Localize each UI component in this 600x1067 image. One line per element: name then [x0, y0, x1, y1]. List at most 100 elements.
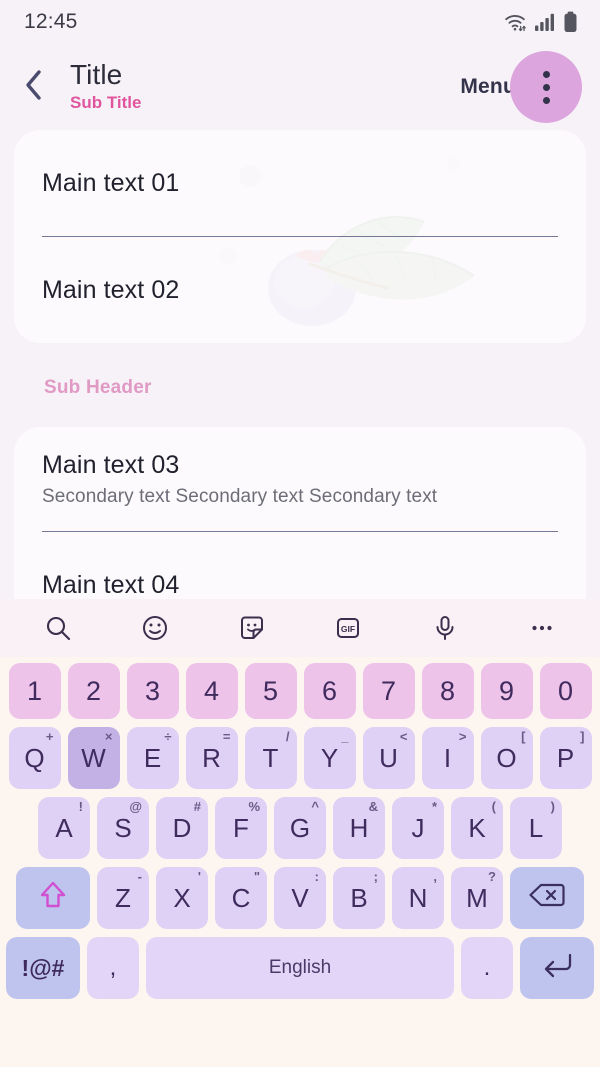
search-icon[interactable] — [38, 608, 78, 648]
letter-key-v[interactable]: :V — [274, 867, 326, 929]
keyboard-row-bottom: !@# , English . — [6, 937, 594, 999]
key-secondary-symbol: * — [431, 799, 437, 814]
letter-key-f[interactable]: % F — [215, 797, 267, 859]
emoji-icon[interactable] — [135, 608, 175, 648]
key-label: X — [173, 882, 191, 913]
symbols-key[interactable]: !@# — [6, 937, 80, 999]
letter-key-y[interactable]: _ Y — [303, 727, 356, 789]
wifi-icon — [503, 12, 527, 32]
list-item-title: Main text 02 — [42, 276, 180, 304]
list-item[interactable]: Main text 03 Secondary text Secondary te… — [14, 427, 586, 531]
number-key-8[interactable]: 8 — [421, 663, 474, 719]
status-icon-group — [503, 11, 578, 33]
number-key-0[interactable]: 0 — [539, 663, 592, 719]
letter-key-g[interactable]: ^ G — [274, 797, 326, 859]
overflow-dot — [542, 70, 550, 78]
microphone-icon[interactable] — [425, 608, 465, 648]
letter-key-s[interactable]: @ S — [97, 797, 149, 859]
key-secondary-symbol: , — [433, 869, 437, 884]
letter-key-p[interactable]: ] P — [539, 727, 592, 789]
overflow-dot — [542, 96, 550, 104]
key-secondary-symbol: > — [458, 729, 467, 744]
key-secondary-symbol: ÷ — [164, 729, 172, 744]
key-secondary-symbol: " — [253, 869, 260, 884]
letter-key-m[interactable]: ? M — [451, 867, 503, 929]
key-label: R — [202, 742, 221, 773]
key-secondary-symbol: ^ — [311, 799, 319, 814]
number-key-5[interactable]: 5 — [244, 663, 297, 719]
keyboard-toolbar: GIF — [0, 599, 600, 657]
number-key-9[interactable]: 9 — [480, 663, 533, 719]
gif-icon[interactable]: GIF — [328, 608, 368, 648]
comma-key[interactable]: , — [87, 937, 139, 999]
number-key-4[interactable]: 4 — [185, 663, 238, 719]
key-secondary-symbol: = — [222, 729, 231, 744]
key-secondary-symbol: & — [368, 799, 378, 814]
letter-key-h[interactable]: & H — [333, 797, 385, 859]
svg-text:GIF: GIF — [341, 624, 355, 634]
backspace-key[interactable] — [510, 867, 584, 929]
key-secondary-symbol: / — [285, 729, 290, 744]
list-item[interactable]: Main text 02 — [14, 237, 586, 343]
letter-key-l[interactable]: ) L — [510, 797, 562, 859]
signal-icon — [534, 12, 556, 32]
letter-key-e[interactable]: ÷ E — [126, 727, 179, 789]
letter-key-k[interactable]: (K — [451, 797, 503, 859]
letter-key-z[interactable]: -Z — [97, 867, 149, 929]
number-key-7[interactable]: 7 — [362, 663, 415, 719]
letter-key-d[interactable]: # D — [156, 797, 208, 859]
enter-icon — [540, 950, 574, 987]
number-key-6[interactable]: 6 — [303, 663, 356, 719]
key-label: P — [556, 742, 575, 773]
number-key-2[interactable]: 2 — [67, 663, 120, 719]
list-item-subtitle: Secondary text Secondary text Secondary … — [42, 485, 438, 507]
letter-key-u[interactable]: < U — [362, 727, 415, 789]
chevron-left-icon — [22, 68, 46, 107]
key-label: Z — [115, 882, 131, 913]
keyboard-row-asdf: ! A @ S # D% F ^ G & H * J(K) L — [6, 797, 594, 859]
key-label: G — [289, 812, 311, 843]
letter-key-b[interactable]: ; B — [333, 867, 385, 929]
number-key-1[interactable]: 1 — [8, 663, 61, 719]
key-secondary-symbol: ) — [550, 799, 555, 814]
more-options-icon[interactable] — [522, 608, 562, 648]
page-title: Title — [70, 59, 123, 91]
overflow-menu-button[interactable] — [510, 51, 582, 123]
back-button[interactable] — [22, 63, 62, 111]
keyboard-row-zxcv: - Z ' X " C: V; B, N? M — [6, 867, 594, 929]
title-block: Title Sub Title — [70, 59, 460, 114]
letter-key-i[interactable]: > I — [421, 727, 474, 789]
letter-key-t[interactable]: / T — [244, 727, 297, 789]
letter-key-n[interactable]: ,N — [392, 867, 444, 929]
content-card-1: Main text 01 Main text 02 — [14, 130, 586, 343]
app-bar-actions: Menu — [460, 51, 582, 123]
period-key[interactable]: . — [461, 937, 513, 999]
enter-key[interactable] — [520, 937, 594, 999]
letter-key-x[interactable]: ' X — [156, 867, 208, 929]
key-label: U — [379, 742, 398, 773]
letter-key-r[interactable]: = R — [185, 727, 238, 789]
letter-key-c[interactable]: " C — [215, 867, 267, 929]
key-label: L — [528, 812, 544, 843]
sticker-icon[interactable] — [232, 608, 272, 648]
key-label: M — [466, 882, 488, 913]
letter-key-j[interactable]: * J — [392, 797, 444, 859]
space-key[interactable]: English — [146, 937, 454, 999]
list-item[interactable]: Main text 01 — [14, 130, 586, 236]
letter-key-a[interactable]: ! A — [38, 797, 90, 859]
page-subtitle: Sub Title — [70, 92, 142, 112]
menu-button[interactable]: Menu — [460, 75, 516, 99]
letter-key-q[interactable]: + Q — [8, 727, 61, 789]
status-bar: 12:45 — [0, 0, 600, 44]
shift-key[interactable] — [16, 867, 90, 929]
number-key-3[interactable]: 3 — [126, 663, 179, 719]
letter-key-w[interactable]: × W — [67, 727, 120, 789]
key-secondary-symbol: ! — [78, 799, 83, 814]
list-item-title: Main text 04 — [42, 571, 180, 599]
key-label: T — [262, 742, 279, 773]
key-label: I — [443, 742, 452, 773]
list-item-title: Main text 03 — [42, 450, 180, 479]
key-label: W — [81, 742, 106, 773]
key-secondary-symbol: ? — [488, 869, 496, 884]
letter-key-o[interactable]: [O — [480, 727, 533, 789]
